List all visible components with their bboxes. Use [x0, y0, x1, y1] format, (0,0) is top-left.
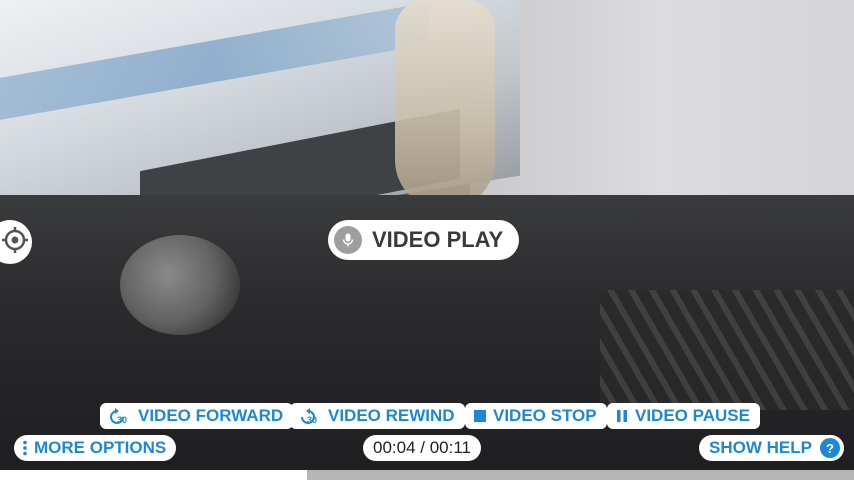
video-forward-label: VIDEO FORWARD	[138, 406, 284, 425]
voice-command-video-play[interactable]: VIDEO PLAY	[328, 220, 520, 260]
more-options-label: MORE OPTIONS	[34, 438, 167, 457]
video-pause-button[interactable]: VIDEO PAUSE	[607, 403, 760, 429]
video-pause-label: VIDEO PAUSE	[635, 406, 750, 425]
video-forward-button[interactable]: 30 VIDEO FORWARD	[100, 403, 294, 429]
background-vent	[600, 290, 854, 410]
microphone-icon	[334, 226, 362, 254]
svg-text:30: 30	[117, 415, 127, 425]
time-display: 00:04 / 00:11	[363, 435, 481, 461]
video-rewind-button[interactable]: 30 VIDEO REWIND	[290, 403, 465, 429]
help-icon: ?	[819, 438, 840, 458]
stop-icon	[473, 409, 487, 423]
forward-30-icon: 30	[108, 407, 132, 425]
progress-played[interactable]	[0, 470, 307, 480]
voice-command-label: VIDEO PLAY	[372, 227, 504, 252]
background-wall	[470, 0, 854, 215]
video-rewind-label: VIDEO REWIND	[328, 406, 455, 425]
recenter-button[interactable]	[0, 220, 32, 264]
more-vertical-icon	[22, 440, 28, 456]
pause-icon	[615, 409, 629, 423]
more-options-button[interactable]: MORE OPTIONS	[14, 435, 177, 461]
svg-text:30: 30	[307, 415, 317, 425]
background-cloth	[395, 0, 495, 210]
video-stop-button[interactable]: VIDEO STOP	[465, 403, 607, 429]
background-knob	[120, 235, 240, 335]
crosshair-icon	[0, 225, 30, 260]
progress-remaining[interactable]	[307, 470, 854, 480]
elapsed-total-time: 00:04 / 00:11	[373, 438, 471, 457]
show-help-label: SHOW HELP	[709, 438, 812, 457]
video-stop-label: VIDEO STOP	[493, 406, 597, 425]
rewind-30-icon: 30	[298, 407, 322, 425]
show-help-button[interactable]: SHOW HELP ?	[699, 435, 844, 461]
